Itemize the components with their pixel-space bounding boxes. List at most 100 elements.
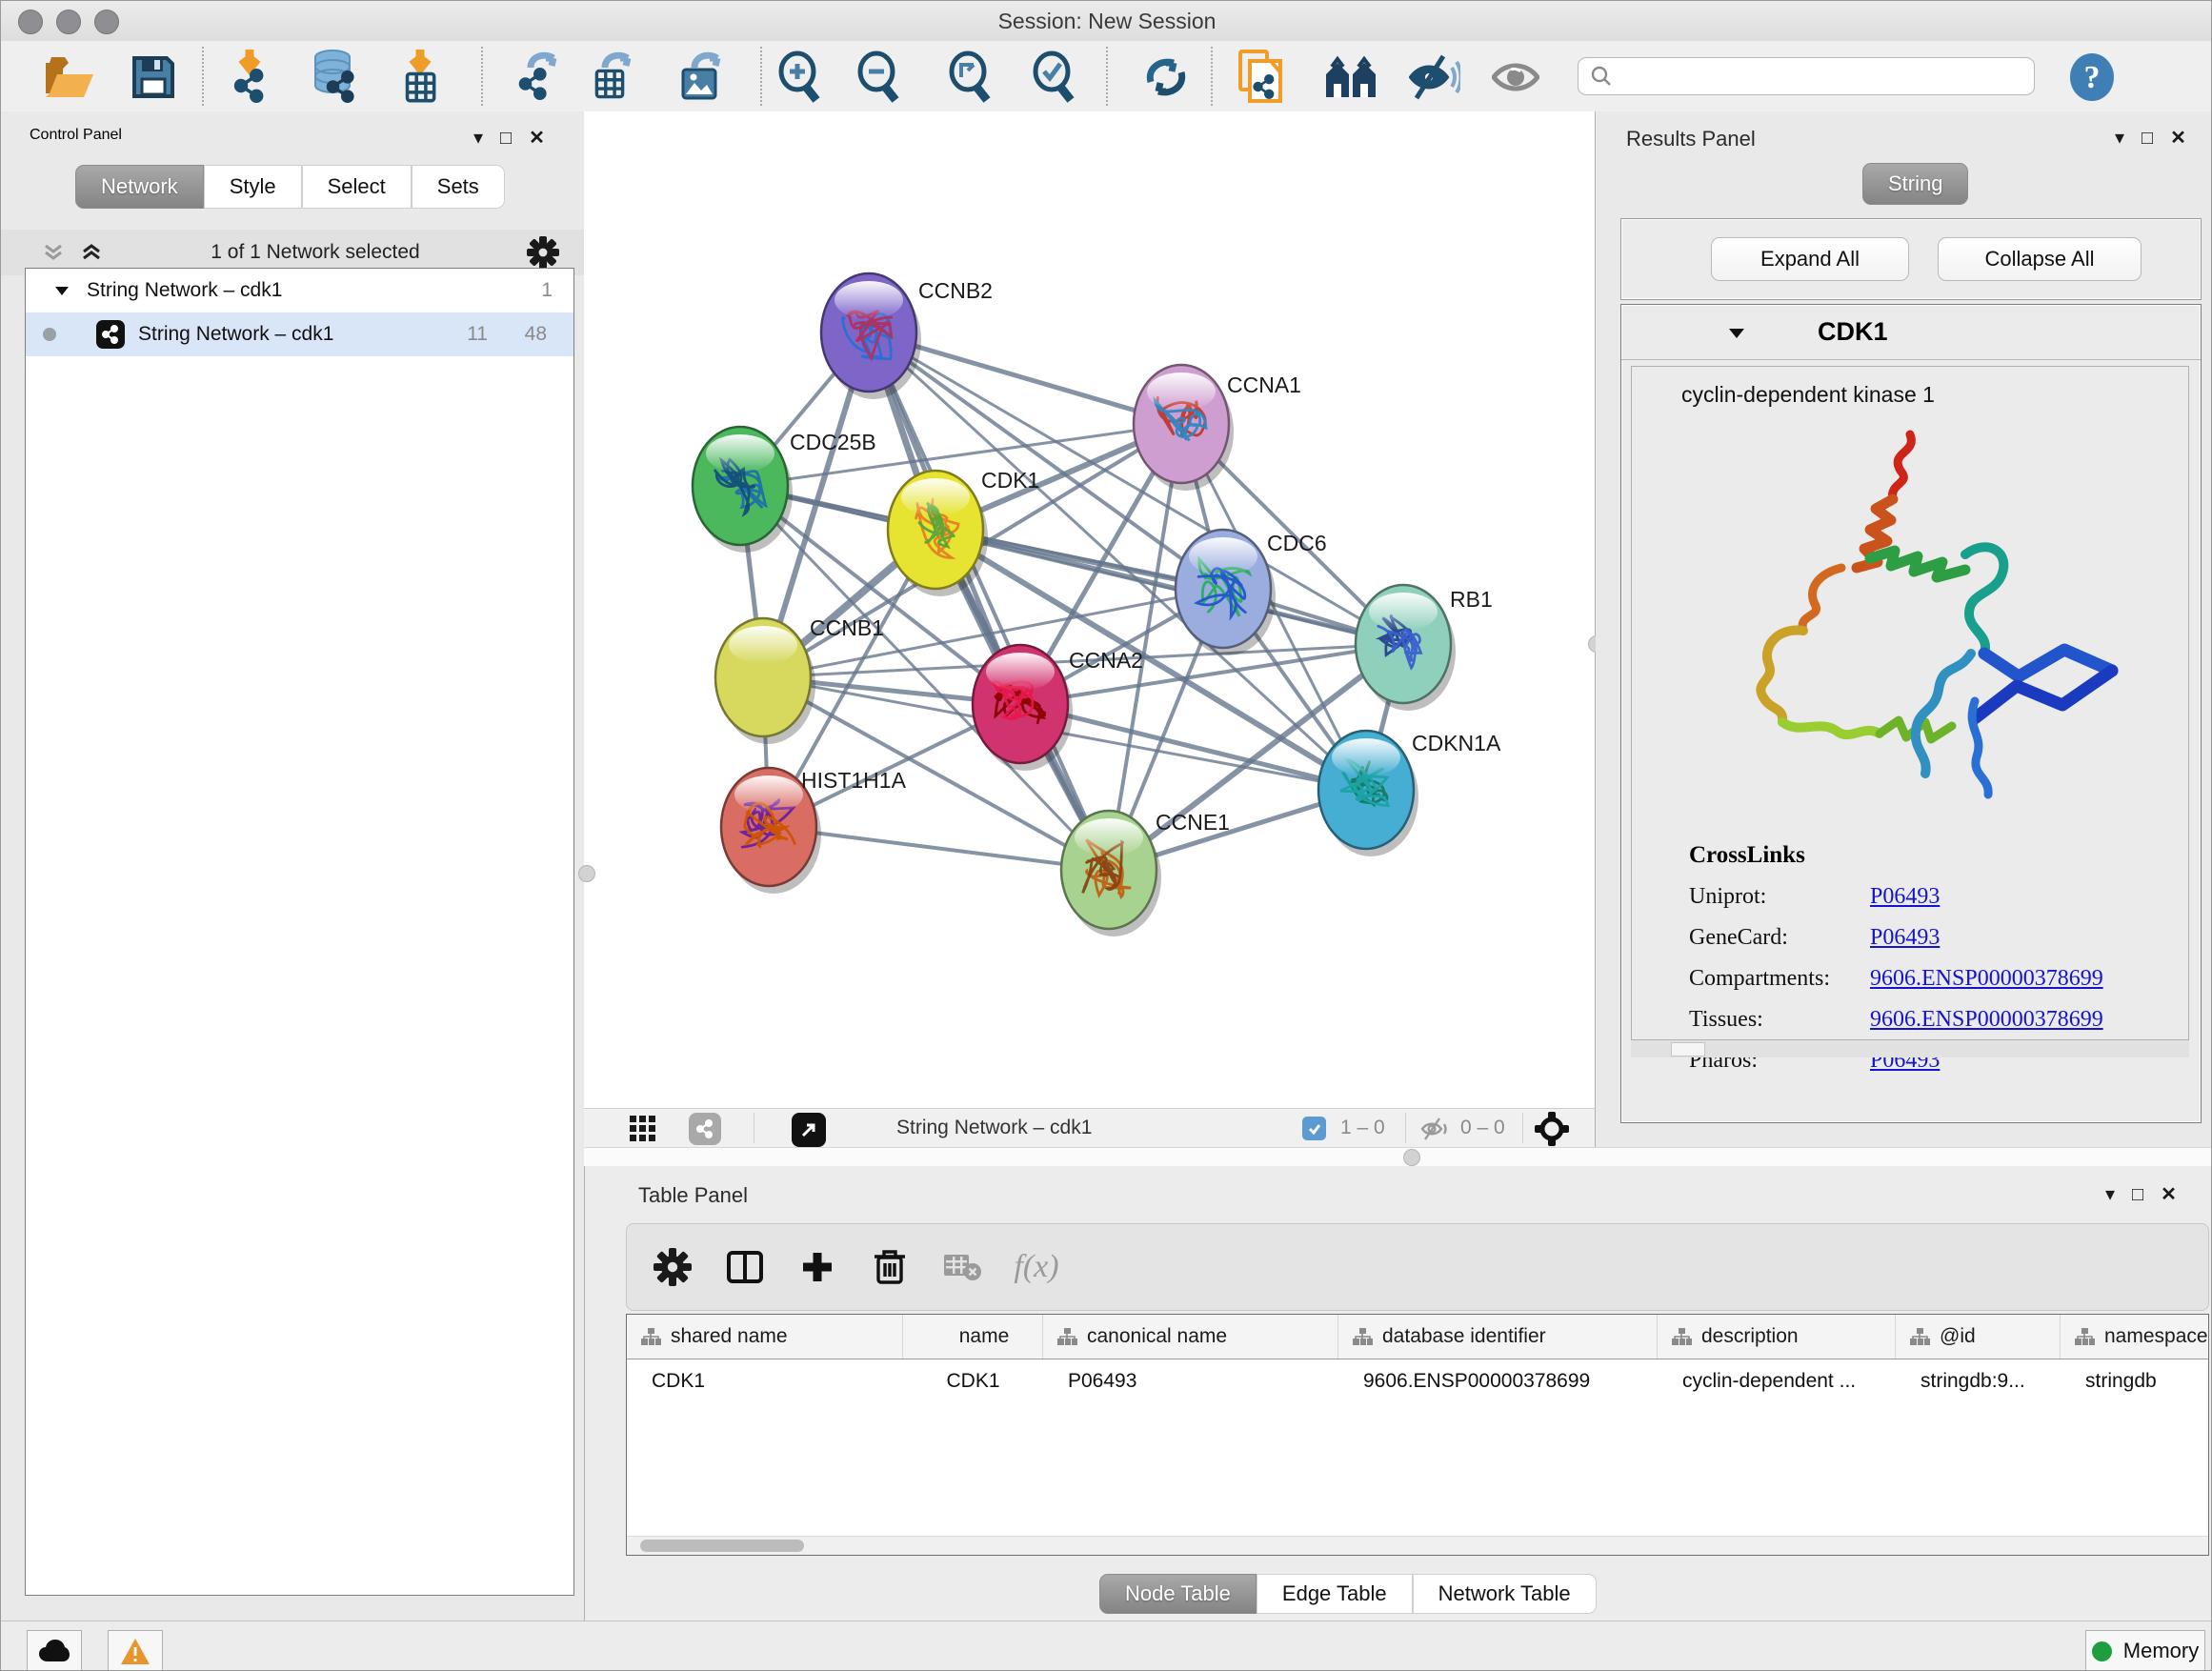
table-cell[interactable]: stringdb bbox=[2061, 1359, 2209, 1403]
column-header-namespace[interactable]: namespace bbox=[2061, 1315, 2209, 1359]
network-tree-child-row[interactable]: String Network – cdk1 11 48 bbox=[26, 312, 573, 356]
close-panel-icon[interactable]: ✕ bbox=[2170, 129, 2186, 148]
cloud-status-button[interactable] bbox=[27, 1630, 82, 1671]
column-header-databaseidentifier[interactable]: database identifier bbox=[1338, 1315, 1658, 1359]
tab-sets[interactable]: Sets bbox=[412, 165, 505, 209]
create-column-icon[interactable] bbox=[791, 1240, 844, 1294]
zoom-in-icon[interactable] bbox=[772, 50, 825, 104]
import-network-from-database-icon[interactable] bbox=[310, 50, 363, 104]
node-CCNA1[interactable] bbox=[1134, 365, 1234, 491]
warnings-button[interactable] bbox=[108, 1630, 163, 1671]
crosslink-link[interactable]: 9606.ENSP00000378699 bbox=[1870, 1007, 2103, 1033]
node-gloss bbox=[1147, 372, 1216, 411]
table-row[interactable]: CDK1CDK1P064939606.ENSP00000378699cyclin… bbox=[627, 1359, 2208, 1403]
first-neighbors-icon[interactable] bbox=[1324, 50, 1377, 104]
column-header-description[interactable]: description bbox=[1658, 1315, 1896, 1359]
open-session-icon[interactable] bbox=[43, 50, 96, 104]
node-CCNE1[interactable] bbox=[1061, 811, 1161, 936]
crosslink-link[interactable]: 9606.ENSP00000378699 bbox=[1870, 966, 2103, 992]
tab-string[interactable]: String bbox=[1862, 163, 1968, 205]
crosslink-label: GeneCard: bbox=[1689, 925, 1870, 951]
tab-select[interactable]: Select bbox=[302, 165, 412, 209]
zoom-out-icon[interactable] bbox=[851, 50, 904, 104]
close-panel-icon[interactable]: ✕ bbox=[529, 129, 545, 148]
new-network-from-selection-icon[interactable] bbox=[1236, 50, 1289, 104]
edge-CDK1-RB1[interactable] bbox=[935, 530, 1403, 644]
memory-button[interactable]: Memory bbox=[2085, 1630, 2205, 1671]
column-header-sharedname[interactable]: shared name bbox=[627, 1315, 903, 1359]
birdseye-navigator-icon[interactable] bbox=[1535, 1112, 1569, 1146]
collapse-all-button[interactable]: Collapse All bbox=[1938, 237, 2142, 281]
table-cell[interactable]: cyclin-dependent ... bbox=[1658, 1359, 1896, 1403]
show-all-icon[interactable] bbox=[1489, 50, 1542, 104]
tab-style[interactable]: Style bbox=[204, 165, 302, 209]
export-table-icon[interactable] bbox=[587, 50, 640, 104]
panel-menu-icon[interactable]: ▾ bbox=[2115, 129, 2124, 148]
tab-network[interactable]: Network bbox=[75, 165, 204, 209]
float-panel-icon[interactable]: □ bbox=[500, 129, 512, 148]
tab-network-table[interactable]: Network Table bbox=[1413, 1574, 1597, 1614]
import-table-from-file-icon[interactable] bbox=[396, 50, 450, 104]
column-header-canonicalname[interactable]: canonical name bbox=[1043, 1315, 1338, 1359]
horizontal-splitter[interactable] bbox=[584, 1147, 2212, 1168]
hide-selection-icon[interactable] bbox=[1408, 50, 1461, 104]
float-panel-icon[interactable]: □ bbox=[2132, 1185, 2143, 1204]
zoom-selected-region-icon[interactable] bbox=[1026, 50, 1079, 104]
column-header-name[interactable]: name bbox=[903, 1315, 1043, 1359]
node-CDKN1A[interactable] bbox=[1318, 731, 1418, 856]
collapse-section-arrow-icon[interactable] bbox=[1726, 322, 1747, 343]
panel-menu-icon[interactable]: ▾ bbox=[473, 129, 483, 148]
crosslink-link[interactable]: P06493 bbox=[1870, 884, 1940, 910]
table-hscrollbar-thumb[interactable] bbox=[640, 1540, 804, 1552]
table-cell[interactable]: stringdb:9... bbox=[1896, 1359, 2061, 1403]
table-cell[interactable]: P06493 bbox=[1043, 1359, 1338, 1403]
float-panel-icon[interactable]: □ bbox=[2142, 129, 2153, 148]
expand-all-button[interactable]: Expand All bbox=[1711, 237, 1909, 281]
current-network-dot-icon bbox=[43, 328, 56, 341]
apply-preferred-layout-icon[interactable] bbox=[1139, 50, 1193, 104]
table-cell[interactable]: CDK1 bbox=[627, 1359, 903, 1403]
expand-all-networks-icon[interactable] bbox=[41, 240, 66, 265]
network-tree-root-row[interactable]: String Network – cdk1 1 bbox=[26, 269, 573, 312]
table-cell[interactable]: CDK1 bbox=[903, 1359, 1043, 1403]
import-network-from-file-icon[interactable] bbox=[226, 50, 279, 104]
table-cell[interactable]: 9606.ENSP00000378699 bbox=[1338, 1359, 1658, 1403]
tab-edge-table[interactable]: Edge Table bbox=[1257, 1574, 1413, 1614]
show-columns-icon[interactable] bbox=[718, 1240, 772, 1294]
grid-view-icon[interactable] bbox=[630, 1116, 655, 1141]
network-view-canvas[interactable]: CCNB2CCNA1CDC25BCDK1CDC6RB1CCNB1CCNA2CDK… bbox=[584, 111, 1596, 1108]
table-options-gear-icon[interactable] bbox=[646, 1240, 699, 1294]
left-splitter-handle[interactable] bbox=[578, 865, 595, 882]
save-session-icon[interactable] bbox=[127, 50, 180, 104]
node-RB1[interactable] bbox=[1356, 585, 1456, 711]
close-panel-icon[interactable]: ✕ bbox=[2161, 1185, 2177, 1204]
panel-menu-icon[interactable]: ▾ bbox=[2105, 1185, 2115, 1204]
node-CCNB2[interactable] bbox=[821, 273, 921, 399]
help-icon[interactable]: ? bbox=[2065, 50, 2119, 104]
detach-view-icon[interactable] bbox=[792, 1113, 826, 1147]
node-CDC6[interactable] bbox=[1176, 530, 1276, 655]
node-CCNA2[interactable] bbox=[973, 645, 1073, 771]
result-hscrollbar[interactable] bbox=[1631, 1040, 2189, 1057]
network-options-gear-icon[interactable] bbox=[527, 236, 559, 269]
node-CCNB1[interactable] bbox=[715, 618, 815, 744]
crosslink-link[interactable]: P06493 bbox=[1870, 925, 1940, 951]
selected-items-checkbox-icon[interactable] bbox=[1302, 1117, 1326, 1140]
table-hscrollbar[interactable] bbox=[627, 1536, 2208, 1555]
node-CDC25B[interactable] bbox=[693, 427, 793, 553]
column-header-id[interactable]: @id bbox=[1896, 1315, 2061, 1359]
node-count: 11 bbox=[467, 323, 488, 346]
collapse-arrow-icon[interactable] bbox=[52, 281, 71, 300]
export-image-icon[interactable] bbox=[675, 50, 729, 104]
splitter-handle[interactable] bbox=[1403, 1149, 1420, 1166]
zoom-fit-content-icon[interactable] bbox=[942, 50, 995, 104]
network-tree: String Network – cdk1 1 String Network –… bbox=[25, 268, 574, 1596]
collapse-all-networks-icon[interactable] bbox=[79, 240, 104, 265]
delete-column-trash-icon[interactable] bbox=[863, 1240, 916, 1294]
network-share-view-icon[interactable] bbox=[689, 1113, 721, 1145]
search-input[interactable] bbox=[1613, 65, 2017, 89]
export-network-icon[interactable] bbox=[513, 50, 566, 104]
node-CDK1[interactable] bbox=[888, 471, 988, 596]
search-box[interactable] bbox=[1578, 57, 2035, 95]
tab-node-table[interactable]: Node Table bbox=[1099, 1574, 1257, 1614]
